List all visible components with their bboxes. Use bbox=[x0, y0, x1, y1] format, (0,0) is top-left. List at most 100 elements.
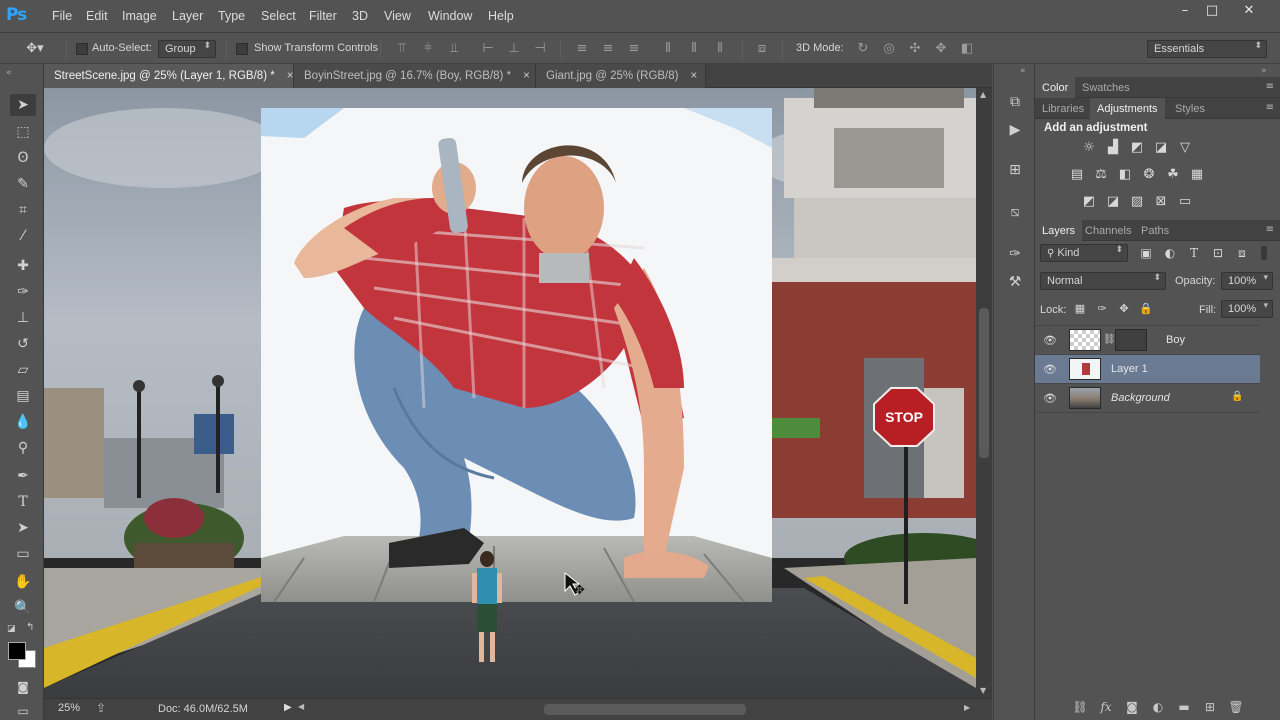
menu-3d[interactable]: 3D bbox=[352, 9, 368, 23]
path-select-tool-icon[interactable]: ➤ bbox=[10, 517, 36, 539]
panel-menu-icon[interactable]: ≡ bbox=[1266, 102, 1274, 113]
align-top-icon[interactable]: ⫪ bbox=[394, 42, 410, 56]
menu-filter[interactable]: Filter bbox=[309, 9, 337, 23]
tab-giant[interactable]: Giant.jpg @ 25% (RGB/8) × bbox=[536, 64, 706, 88]
clone-stamp-tool-icon[interactable]: ⊥ bbox=[10, 307, 36, 329]
black-white-icon[interactable]: ◧ bbox=[1116, 166, 1134, 184]
tab-channels[interactable]: Channels bbox=[1078, 220, 1138, 241]
tab-paths[interactable]: Paths bbox=[1134, 220, 1176, 241]
menu-window[interactable]: Window bbox=[428, 9, 472, 23]
maximize-icon[interactable]: □ bbox=[1197, 3, 1227, 19]
fill-field[interactable]: 100% ▾ bbox=[1221, 300, 1273, 318]
properties-panel-icon[interactable]: ⊞ bbox=[1002, 158, 1028, 182]
tab-styles[interactable]: Styles bbox=[1168, 98, 1212, 119]
tool-presets-panel-icon[interactable]: ⚒ bbox=[1002, 270, 1028, 294]
layer-row-background[interactable]: 👁 Background 🔒 bbox=[1035, 384, 1260, 413]
workspace-dropdown[interactable]: Essentials ⬍ bbox=[1147, 40, 1267, 58]
vertical-scroll-thumb[interactable] bbox=[979, 308, 989, 458]
collapse-panels-icon[interactable]: » bbox=[1261, 66, 1267, 76]
actions-panel-icon[interactable]: ▶ bbox=[1002, 118, 1028, 142]
filter-toggle[interactable] bbox=[1261, 246, 1267, 260]
lock-transparency-icon[interactable]: ▦ bbox=[1071, 300, 1089, 318]
move-tool-icon[interactable]: ➤ bbox=[10, 94, 36, 116]
auto-select-dropdown[interactable]: Group ⬍ bbox=[158, 40, 216, 58]
lasso-tool-icon[interactable]: ʘ bbox=[10, 147, 36, 169]
dodge-tool-icon[interactable]: ⚲ bbox=[10, 437, 36, 459]
layer-mask-thumbnail[interactable] bbox=[1115, 329, 1147, 351]
menu-layer[interactable]: Layer bbox=[172, 9, 203, 23]
tab-adjustments[interactable]: Adjustments bbox=[1090, 98, 1165, 119]
tab-streetscene[interactable]: StreetScene.jpg @ 25% (Layer 1, RGB/8) *… bbox=[44, 64, 294, 88]
filter-shape-icon[interactable]: ⊡ bbox=[1209, 244, 1227, 262]
screen-mode-icon[interactable]: ▭ bbox=[10, 700, 36, 720]
selective-color-icon[interactable]: ⊠ bbox=[1152, 193, 1170, 211]
scroll-right-icon[interactable]: ▶ bbox=[964, 703, 970, 712]
brush-panel-icon[interactable]: ✑ bbox=[1002, 242, 1028, 266]
distribute-bottom-icon[interactable]: ≡ bbox=[626, 42, 642, 56]
link-icon[interactable]: ⛓ bbox=[1103, 334, 1116, 345]
marquee-tool-icon[interactable]: ⬚ bbox=[10, 121, 36, 143]
vibrance-icon[interactable]: ▽ bbox=[1176, 139, 1194, 157]
tab-swatches[interactable]: Swatches bbox=[1075, 77, 1137, 98]
delete-layer-icon[interactable]: 🗑 bbox=[1227, 700, 1245, 716]
distribute-left-icon[interactable]: ⦀ bbox=[660, 42, 676, 56]
align-hcenter-icon[interactable]: ⊥ bbox=[506, 42, 522, 56]
posterize-icon[interactable]: ◪ bbox=[1104, 193, 1122, 211]
collapse-toolbox-icon[interactable]: « bbox=[6, 68, 12, 78]
align-vcenter-icon[interactable]: ⫩ bbox=[420, 42, 436, 56]
history-brush-tool-icon[interactable]: ↺ bbox=[10, 333, 36, 355]
lock-position-icon[interactable]: ✥ bbox=[1115, 300, 1133, 318]
character-panel-icon[interactable]: ⧅ bbox=[1002, 200, 1028, 224]
close-icon[interactable]: ✕ bbox=[1234, 3, 1264, 19]
layer-name[interactable]: Background bbox=[1111, 392, 1170, 404]
filter-smart-object-icon[interactable]: ⧈ bbox=[1233, 244, 1251, 262]
panel-menu-icon[interactable]: ≡ bbox=[1266, 81, 1274, 92]
exposure-icon[interactable]: ◪ bbox=[1152, 139, 1170, 157]
lock-all-icon[interactable]: 🔒 bbox=[1137, 300, 1155, 318]
healing-brush-tool-icon[interactable]: ✚ bbox=[10, 255, 36, 277]
minimize-icon[interactable]: – bbox=[1170, 3, 1200, 19]
curves-icon[interactable]: ◩ bbox=[1128, 139, 1146, 157]
blend-mode-dropdown[interactable]: Normal ⬍ bbox=[1040, 272, 1166, 290]
transform-controls-checkbox[interactable] bbox=[236, 43, 248, 55]
layer-style-icon[interactable]: fx bbox=[1097, 700, 1115, 716]
horizontal-scroll-thumb[interactable] bbox=[544, 704, 746, 715]
filter-adjustment-icon[interactable]: ◐ bbox=[1161, 244, 1179, 262]
photo-filter-icon[interactable]: ❂ bbox=[1140, 166, 1158, 184]
foreground-color-swatch[interactable] bbox=[8, 642, 26, 660]
layer-name[interactable]: Boy bbox=[1166, 334, 1185, 346]
swap-colors-icon[interactable]: ↰ bbox=[26, 622, 34, 633]
visibility-eye-icon[interactable]: 👁 bbox=[1043, 363, 1057, 376]
threshold-icon[interactable]: ▨ bbox=[1128, 193, 1146, 211]
opacity-field[interactable]: 100% ▾ bbox=[1221, 272, 1273, 290]
share-icon[interactable]: ⇪ bbox=[96, 701, 106, 715]
quick-select-tool-icon[interactable]: ✎ bbox=[10, 173, 36, 195]
menu-file[interactable]: File bbox=[52, 9, 72, 23]
tab-boyinstreet[interactable]: BoyinStreet.jpg @ 16.7% (Boy, RGB/8) * × bbox=[294, 64, 536, 88]
align-left-icon[interactable]: ⊢ bbox=[480, 42, 496, 56]
filter-pixel-icon[interactable]: ▣ bbox=[1137, 244, 1155, 262]
layer-filter-dropdown[interactable]: ⚲ Kind ⬍ bbox=[1040, 244, 1128, 262]
move-tool-preset-icon[interactable]: ✥▾ bbox=[24, 42, 46, 56]
menu-type[interactable]: Type bbox=[218, 9, 245, 23]
brush-tool-icon[interactable]: ✑ bbox=[10, 281, 36, 303]
new-adjustment-layer-icon[interactable]: ◐ bbox=[1149, 700, 1167, 716]
align-right-icon[interactable]: ⊣ bbox=[532, 42, 548, 56]
3d-orbit-icon[interactable]: ↻ bbox=[855, 42, 871, 56]
tab-libraries[interactable]: Libraries bbox=[1035, 98, 1091, 119]
close-tab-icon[interactable]: × bbox=[287, 70, 294, 82]
hue-saturation-icon[interactable]: ▤ bbox=[1068, 166, 1086, 184]
brightness-icon[interactable]: ☼ bbox=[1080, 139, 1098, 157]
auto-align-icon[interactable]: ⧈ bbox=[754, 42, 770, 56]
new-layer-icon[interactable]: ⊞ bbox=[1201, 700, 1219, 716]
align-bottom-icon[interactable]: ⫫ bbox=[446, 42, 462, 56]
auto-select-checkbox[interactable] bbox=[76, 43, 88, 55]
color-lookup-icon[interactable]: ▦ bbox=[1188, 166, 1206, 184]
3d-scale-icon[interactable]: ◧ bbox=[959, 42, 975, 56]
default-colors-icon[interactable]: ◪ bbox=[7, 624, 16, 634]
blur-tool-icon[interactable]: 💧 bbox=[10, 411, 36, 433]
menu-select[interactable]: Select bbox=[261, 9, 296, 23]
link-layers-icon[interactable]: ⛓ bbox=[1071, 700, 1089, 716]
layer-row-layer-1[interactable]: 👁 Layer 1 bbox=[1035, 355, 1260, 384]
history-panel-icon[interactable]: ⧉ bbox=[1002, 90, 1028, 114]
